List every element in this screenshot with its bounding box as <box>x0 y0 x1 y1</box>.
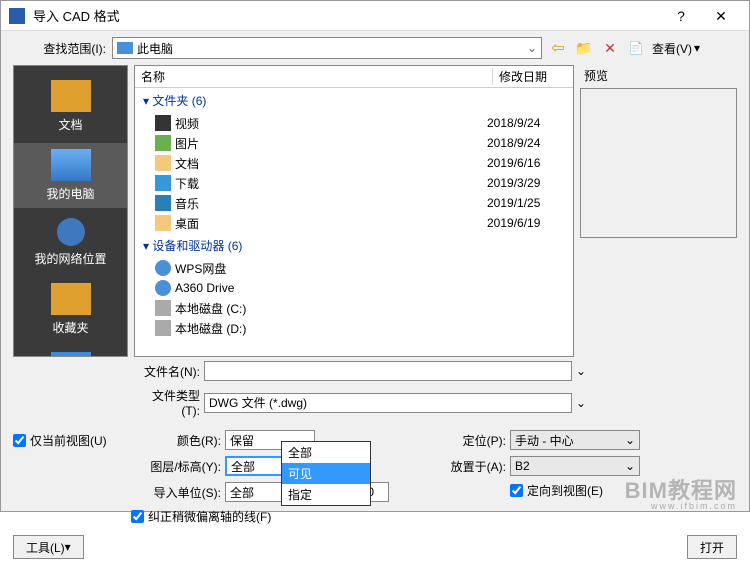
lookin-label: 查找范围(I): <box>11 40 106 57</box>
filetype-combo[interactable]: DWG 文件 (*.dwg) <box>204 393 572 413</box>
chevron-down-icon: ▾ <box>694 41 700 55</box>
chevron-down-icon[interactable]: ⌄ <box>576 396 590 410</box>
file-list: 名称 修改日期 ▾ 文件夹 (6) 视频2018/9/24图片2018/9/24… <box>134 65 574 357</box>
file-icon <box>155 195 171 211</box>
dialog-title: 导入 CAD 格式 <box>33 6 661 25</box>
back-button[interactable]: ⇦ <box>548 38 568 58</box>
drive-icon <box>155 320 171 336</box>
filename-row: 文件名(N): ⌄ <box>1 357 749 383</box>
list-item[interactable]: 音乐2019/1/25 <box>135 193 573 213</box>
list-item[interactable]: 本地磁盘 (D:) <box>135 318 573 338</box>
placeat-combo[interactable]: B2⌄ <box>510 456 640 476</box>
sidebar-item-favorites[interactable]: 收藏夹 <box>14 277 127 342</box>
places-sidebar: 文档 我的电脑 我的网络位置 收藏夹 桌面 <box>13 65 128 357</box>
file-icon <box>155 135 171 151</box>
correct-lines-checkbox[interactable]: 纠正稍微偏离轴的线(F) <box>131 508 271 525</box>
file-icon <box>155 215 171 231</box>
main-row: 文档 我的电脑 我的网络位置 收藏夹 桌面 名称 修改日期 ▾ 文件夹 (6) … <box>1 65 749 357</box>
layer-dropdown-list[interactable]: 全部 可见 指定 <box>281 441 371 506</box>
list-item[interactable]: WPS网盘 <box>135 258 573 278</box>
file-list-header: 名称 修改日期 <box>135 66 573 88</box>
group-drives[interactable]: ▾ 设备和驱动器 (6) <box>135 233 573 258</box>
list-item[interactable]: 桌面2019/6/19 <box>135 213 573 233</box>
lookin-value: 此电脑 <box>137 40 173 57</box>
list-item[interactable]: A360 Drive <box>135 278 573 298</box>
filetype-row: 文件类型(T): DWG 文件 (*.dwg) ⌄ <box>1 383 749 420</box>
drive-icon <box>155 260 171 276</box>
star-icon <box>51 283 91 315</box>
col-date[interactable]: 修改日期 <box>493 68 573 85</box>
preview-pane: 预览 <box>580 65 737 357</box>
tools-button[interactable]: 工具(L) ▾ <box>13 535 84 559</box>
sidebar-item-documents[interactable]: 文档 <box>14 74 127 139</box>
pc-icon <box>117 42 133 54</box>
up-button[interactable]: 📁 <box>574 38 594 58</box>
folder-icon <box>51 80 91 112</box>
sidebar-item-desktop[interactable]: 桌面 <box>14 346 127 357</box>
col-name[interactable]: 名称 <box>135 68 493 85</box>
open-button[interactable]: 打开 <box>687 535 737 559</box>
list-item[interactable]: 图片2018/9/24 <box>135 133 573 153</box>
lookin-combo[interactable]: 此电脑 ⌄ <box>112 37 542 59</box>
network-icon <box>57 218 85 246</box>
newfolder-button[interactable]: 📄 <box>626 38 646 58</box>
list-item[interactable]: 视频2018/9/24 <box>135 113 573 133</box>
drive-icon <box>155 280 171 296</box>
delete-button[interactable]: ✕ <box>600 38 620 58</box>
dropdown-option[interactable]: 全部 <box>282 442 370 463</box>
list-item[interactable]: 本地磁盘 (C:) <box>135 298 573 318</box>
pc-icon <box>51 149 91 181</box>
group-folders[interactable]: ▾ 文件夹 (6) <box>135 88 573 113</box>
preview-label: 预览 <box>580 65 737 88</box>
import-cad-dialog: 导入 CAD 格式 ? ✕ 查找范围(I): 此电脑 ⌄ ⇦ 📁 ✕ 📄 查看(… <box>0 0 750 512</box>
close-button[interactable]: ✕ <box>701 2 741 30</box>
dropdown-option[interactable]: 指定 <box>282 484 370 505</box>
file-icon <box>155 155 171 171</box>
preview-box <box>580 88 737 238</box>
view-menu[interactable]: 查看(V) ▾ <box>652 40 700 57</box>
chevron-down-icon: ⌄ <box>527 41 537 55</box>
titlebar: 导入 CAD 格式 ? ✕ <box>1 1 749 31</box>
filename-input[interactable] <box>204 361 572 381</box>
lookin-row: 查找范围(I): 此电脑 ⌄ ⇦ 📁 ✕ 📄 查看(V) ▾ <box>1 31 749 65</box>
chevron-down-icon[interactable]: ⌄ <box>576 364 590 378</box>
sidebar-item-network[interactable]: 我的网络位置 <box>14 212 127 273</box>
dropdown-option[interactable]: 可见 <box>282 463 370 484</box>
list-item[interactable]: 下载2019/3/29 <box>135 173 573 193</box>
list-item[interactable]: 文档2019/6/16 <box>135 153 573 173</box>
desktop-icon <box>51 352 91 357</box>
app-icon <box>9 8 25 24</box>
only-current-view-checkbox[interactable]: 仅当前视图(U) <box>13 432 121 449</box>
filetype-label: 文件类型(T): <box>134 387 200 418</box>
position-combo[interactable]: 手动 - 中心⌄ <box>510 430 640 450</box>
orient-view-checkbox[interactable]: 定向到视图(E) <box>510 482 603 499</box>
help-button[interactable]: ? <box>661 2 701 30</box>
sidebar-item-mycomputer[interactable]: 我的电脑 <box>14 143 127 208</box>
drive-icon <box>155 300 171 316</box>
button-row: 工具(L) ▾ 打开 <box>1 531 749 563</box>
options-row: 仅当前视图(U) 颜色(R):保留⌄ 图层/标高(Y):全部⌄ 导入单位(S):… <box>1 420 749 531</box>
file-icon <box>155 175 171 191</box>
filename-label: 文件名(N): <box>134 363 200 380</box>
file-icon <box>155 115 171 131</box>
file-list-body[interactable]: ▾ 文件夹 (6) 视频2018/9/24图片2018/9/24文档2019/6… <box>135 88 573 356</box>
